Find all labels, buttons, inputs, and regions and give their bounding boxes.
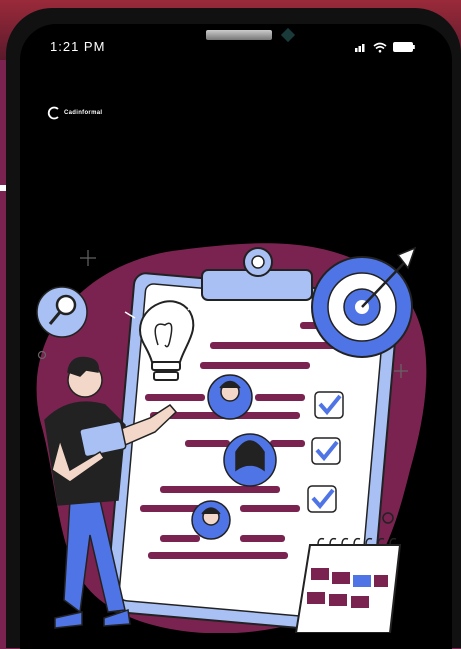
calendar-icon bbox=[294, 537, 402, 633]
productivity-illustration bbox=[36, 243, 427, 633]
magnifier-icon bbox=[36, 286, 88, 338]
